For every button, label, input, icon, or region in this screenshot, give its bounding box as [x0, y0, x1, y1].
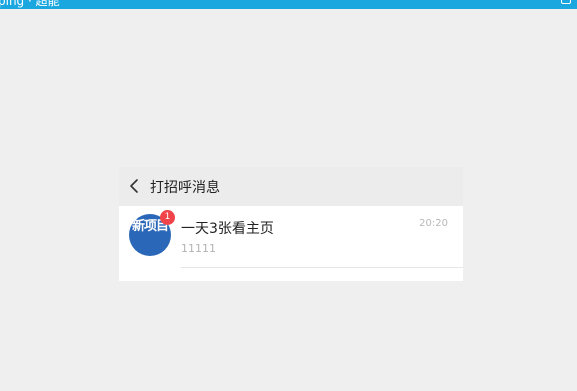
window-title: ping · 超能	[0, 0, 60, 8]
message-preview: 11111	[181, 242, 216, 255]
chevron-left-icon[interactable]	[124, 176, 144, 196]
page-title: 打招呼消息	[150, 180, 220, 196]
unread-badge: 1	[160, 210, 175, 225]
message-list-item[interactable]: 新项目 1 一天3张看主页 11111 20:20	[119, 206, 463, 268]
row-divider	[181, 267, 463, 268]
window-control-icon[interactable]	[561, 0, 571, 4]
greeting-messages-panel: 打招呼消息 新项目 1 一天3张看主页 11111 20:20	[119, 167, 463, 281]
message-title: 一天3张看主页	[181, 221, 274, 237]
window-title-bar: ping · 超能	[0, 0, 577, 9]
panel-header: 打招呼消息	[119, 167, 463, 206]
message-time: 20:20	[419, 218, 448, 229]
